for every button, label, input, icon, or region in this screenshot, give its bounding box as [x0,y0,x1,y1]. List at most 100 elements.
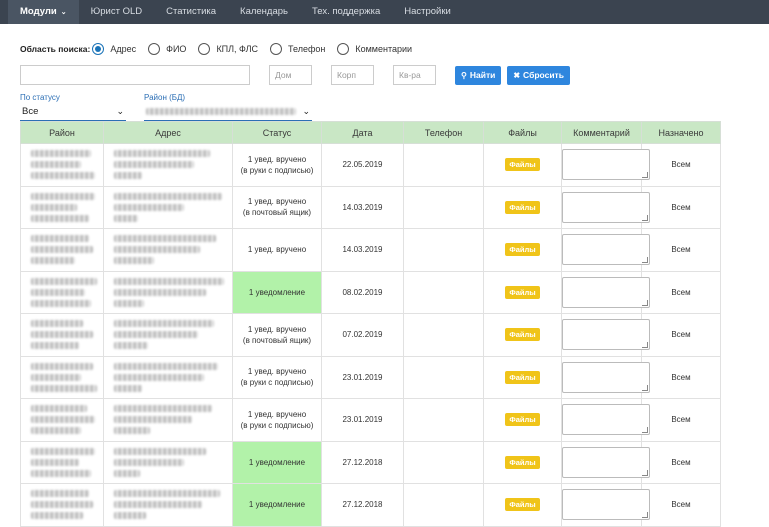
redacted-text [31,277,97,285]
files-button[interactable]: Файлы [505,200,540,214]
cell-status: 1 увед. вручено (в руки с подписью) [232,355,322,399]
comment-textarea[interactable] [562,404,650,436]
house-input[interactable]: Дом [269,65,312,85]
redacted-text [114,150,210,158]
column-header-phone[interactable]: Телефон [403,121,484,144]
redacted-text [114,161,194,169]
redacted-text [31,214,89,222]
redacted-text [31,299,91,307]
redacted-text [114,416,192,424]
radio-icon [148,43,161,55]
status-line: (в почтовый ящик) [242,208,312,218]
nav-item-modules[interactable]: Модули ⌄ [8,0,79,24]
cell-date: 08.02.2019 [321,270,404,314]
comment-textarea[interactable] [562,191,650,223]
redacted-text [31,342,79,350]
radio-address[interactable]: Адрес [92,43,136,55]
cell-files: Файлы [483,440,562,484]
cell-phone [403,483,484,527]
nav-item-statistics[interactable]: Статистика [154,0,228,24]
redacted-text [114,458,184,466]
nav-item-lawyer-old[interactable]: Юрист OLD [79,0,154,24]
apartment-input[interactable]: Кв-ра [393,65,436,85]
redacted-text [31,203,77,211]
reset-button-label: Сбросить [523,70,564,80]
status-select[interactable]: Все ⌄ [20,103,126,121]
cell-status: 1 уведомление [232,483,322,527]
radio-kpl-fls[interactable]: КПЛ, ФЛС [198,43,258,55]
cell-status: 1 увед. вручено (в почтовый ящик) [232,313,322,357]
comment-textarea[interactable] [562,489,650,521]
cell-district [20,440,104,484]
cell-phone [403,185,484,229]
redacted-text [114,342,148,350]
cell-address [103,313,233,357]
cell-address [103,483,233,527]
nav-item-calendar[interactable]: Календарь [228,0,300,24]
table-row: 1 увед. вручено (в руки с подписью) 22.05.… [20,143,721,187]
cell-address [103,355,233,399]
reset-button[interactable]: ✖ Сбросить [507,65,570,85]
status-line: 1 уведомление [248,500,306,510]
column-header-date[interactable]: Дата [321,121,404,144]
chevron-down-icon: ⌄ [116,106,124,116]
cell-assigned: Всем [641,440,721,484]
cell-status: 1 увед. вручено (в руки с подписью) [232,143,322,187]
status-line: 1 увед. вручено [247,324,307,334]
files-button[interactable]: Файлы [505,498,540,512]
comment-textarea[interactable] [562,361,650,393]
column-header-district[interactable]: Район [20,121,104,144]
files-button[interactable]: Файлы [505,243,540,257]
files-button[interactable]: Файлы [505,370,540,384]
files-button[interactable]: Файлы [505,158,540,172]
status-line: 1 увед. вручено [247,154,307,164]
redacted-text [31,490,89,498]
radio-label: КПЛ, ФЛС [216,44,259,54]
table-row: 1 увед. вручено (в почтовый ящик) 07.02.20… [20,313,721,357]
comment-textarea[interactable] [562,276,650,308]
redacted-text [31,235,89,243]
radio-checked-icon [92,43,105,55]
search-input[interactable] [20,65,250,85]
table-row: 1 увед. вручено (в руки с подписью) 23.01.… [20,398,721,442]
column-header-assigned[interactable]: Назначено [641,121,721,144]
radio-phone[interactable]: Телефон [270,43,325,55]
comment-textarea[interactable] [562,149,650,181]
column-header-status[interactable]: Статус [232,121,322,144]
files-button[interactable]: Файлы [505,455,540,469]
redacted-text [31,192,95,200]
cell-phone [403,270,484,314]
radio-fio[interactable]: ФИО [148,43,186,55]
cell-district [20,483,104,527]
redacted-text [114,257,154,265]
page-spacer [0,24,769,36]
find-button[interactable]: ⚲ Найти [455,65,502,85]
cell-status: 1 увед. вручено (в руки с подписью) [232,398,322,442]
redacted-text [31,512,83,520]
status-line: (в руки с подписью) [240,378,314,388]
cell-assigned: Всем [641,185,721,229]
files-button[interactable]: Файлы [505,328,540,342]
cell-comment [561,185,650,229]
cell-phone [403,313,484,357]
files-button[interactable]: Файлы [505,285,540,299]
cell-date: 27.12.2018 [321,483,404,527]
cell-address [103,143,233,187]
column-header-comment[interactable]: Комментарий [561,121,642,144]
nav-item-support[interactable]: Тех. поддержка [300,0,392,24]
redacted-text [31,427,81,435]
column-header-files[interactable]: Файлы [483,121,562,144]
radio-icon [337,43,350,55]
corpus-input[interactable]: Корп [331,65,374,85]
nav-item-settings[interactable]: Настройки [392,0,463,24]
radio-comments[interactable]: Комментарии [337,43,412,55]
cell-status: 1 уведомление [232,440,322,484]
redacted-text [31,362,93,370]
comment-textarea[interactable] [562,319,650,351]
comment-textarea[interactable] [562,234,650,266]
column-header-address[interactable]: Адрес [103,121,233,144]
district-filter-label: Район (БД) [144,93,186,102]
comment-textarea[interactable] [562,446,650,478]
district-select[interactable]: ⌄ [144,103,312,121]
files-button[interactable]: Файлы [505,413,540,427]
